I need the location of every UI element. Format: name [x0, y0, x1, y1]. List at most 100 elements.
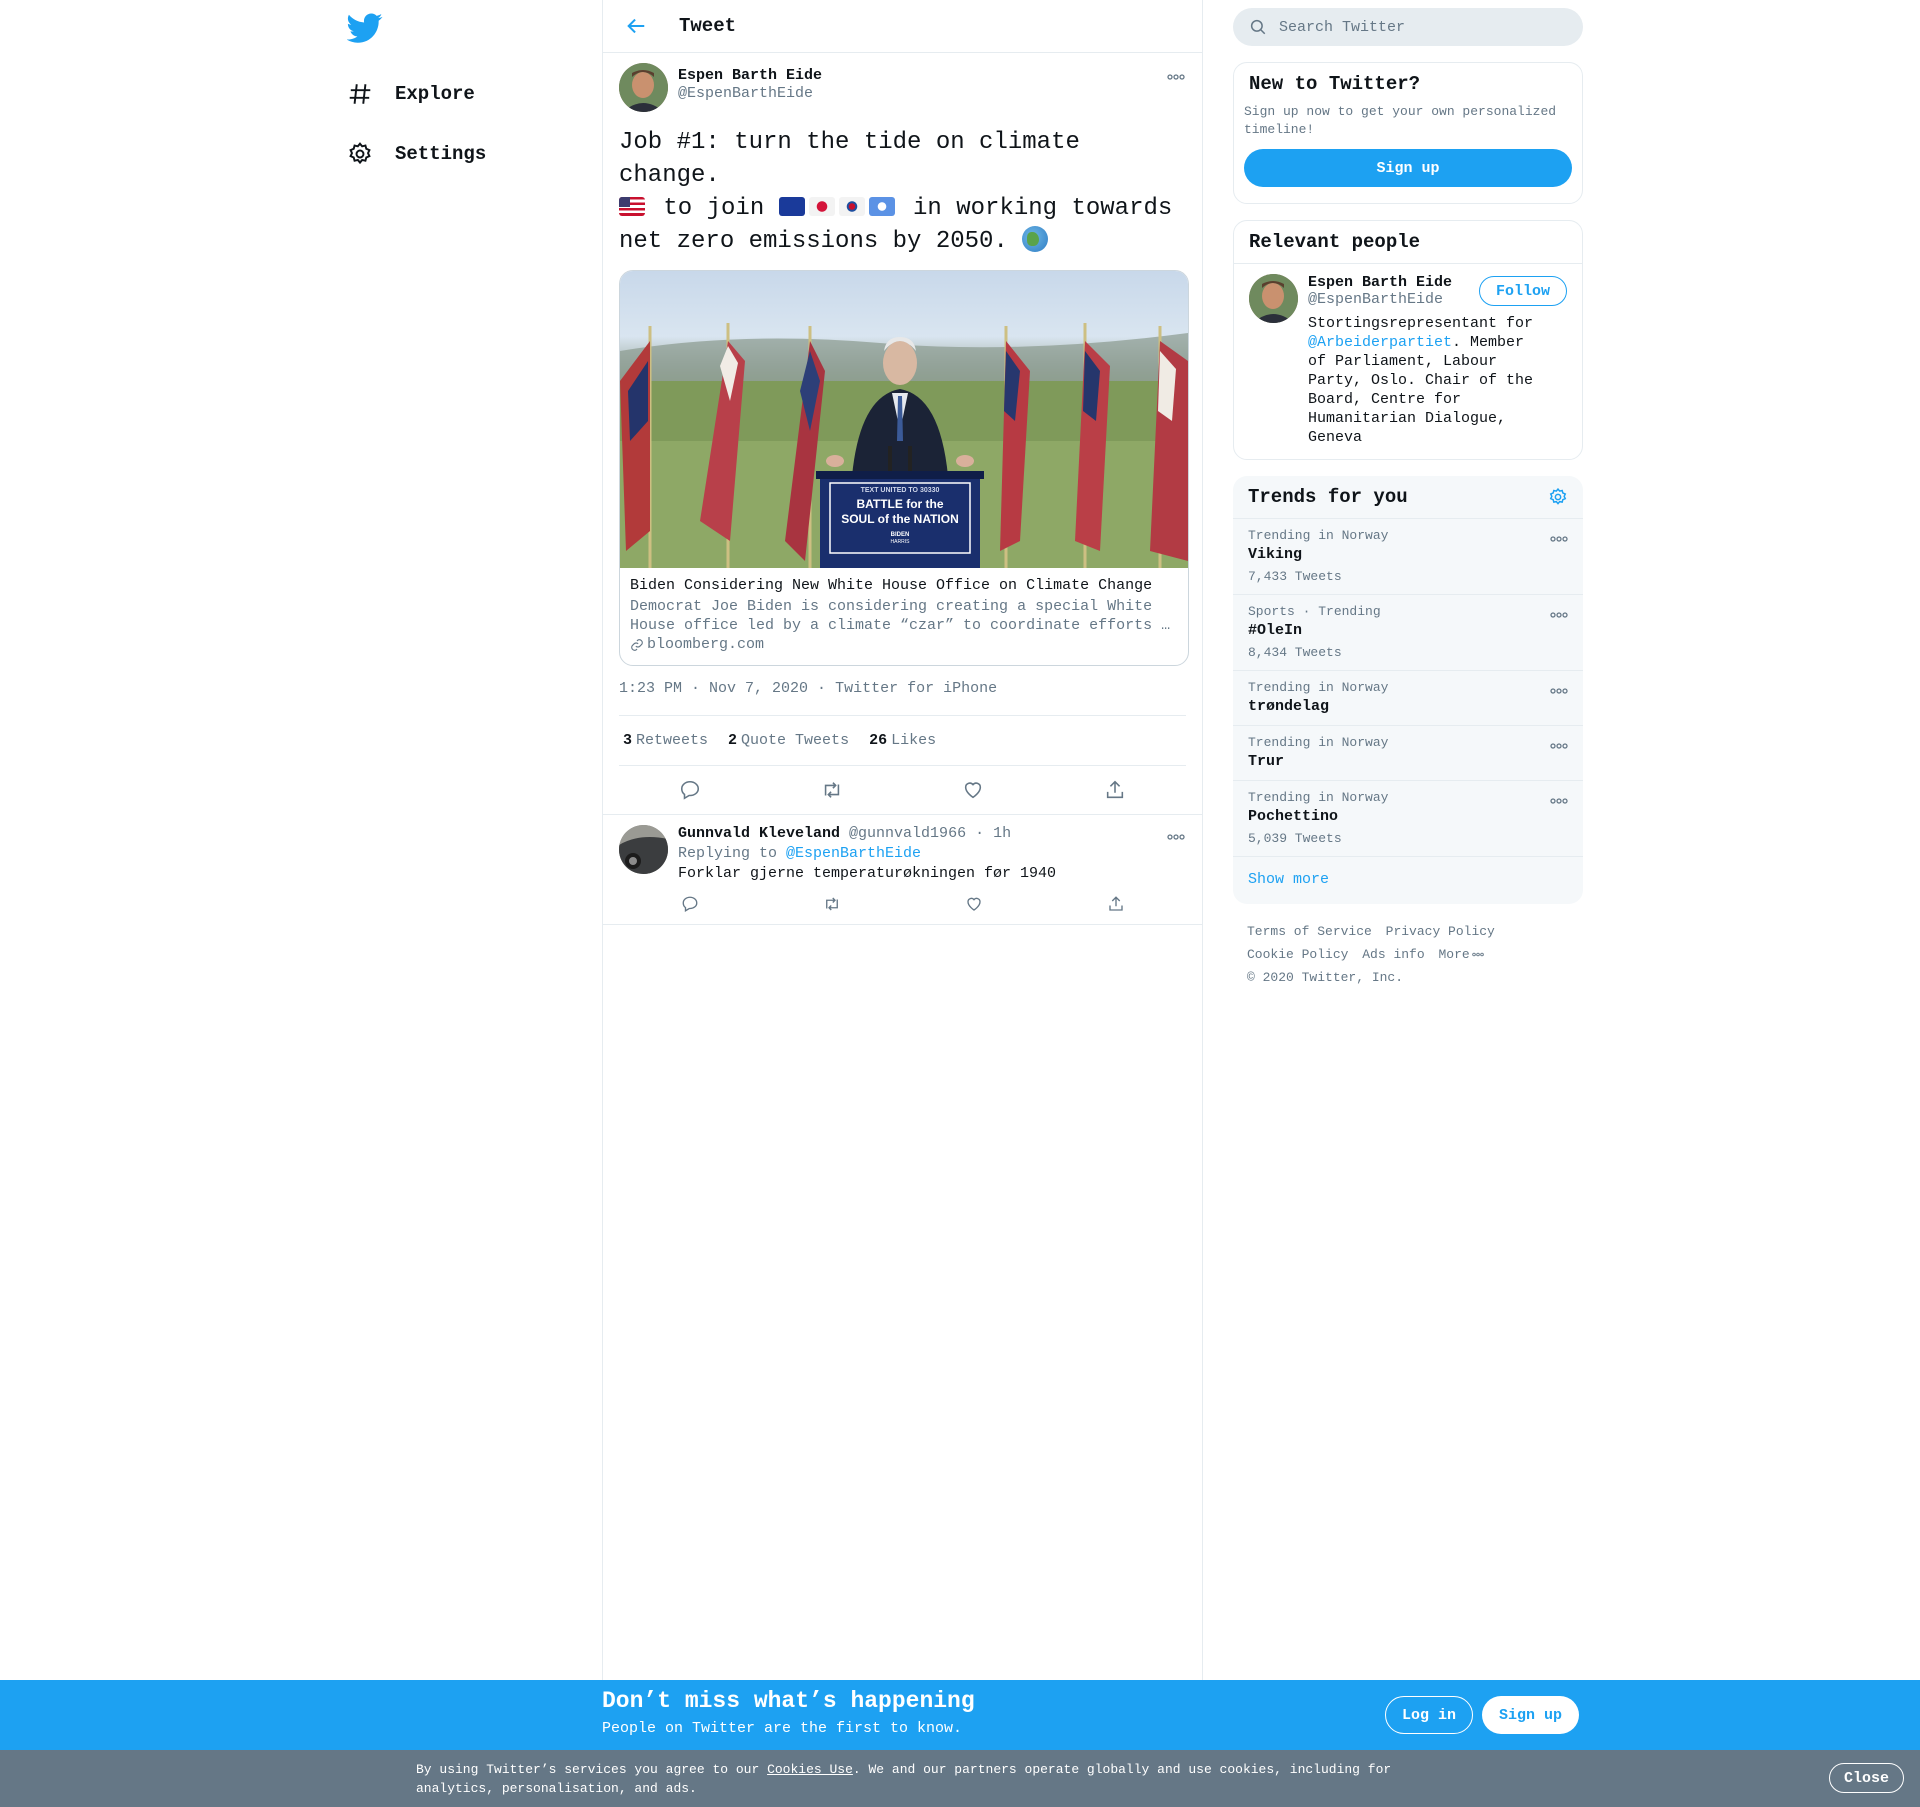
reply-header: Gunnvald Kleveland @gunnvald1966 · 1h: [678, 825, 1186, 842]
search-input[interactable]: [1279, 18, 1559, 36]
stat-retweets[interactable]: 3 Retweets: [623, 732, 708, 749]
relevant-people-box: Relevant people Espen Barth Eide @EspenB…: [1233, 220, 1583, 460]
more-options-icon[interactable]: [1550, 529, 1568, 547]
avatar[interactable]: [1249, 274, 1298, 323]
card-title: Biden Considering New White House Office…: [630, 577, 1153, 594]
more-options-icon[interactable]: [1550, 681, 1568, 699]
trend-count: 8,434 Tweets: [1248, 645, 1342, 660]
sign-logo2-text: HARRIS: [890, 539, 910, 545]
more-options-icon[interactable]: [1166, 67, 1186, 87]
trend-context: Trending in Norway: [1248, 680, 1389, 695]
share-icon[interactable]: [1104, 892, 1128, 916]
trend-context: Trending in Norway: [1248, 790, 1389, 805]
main-column: Tweet Espen Barth Eide @EspenBarthEide J…: [602, 0, 1203, 1807]
retweet-icon[interactable]: [820, 778, 844, 802]
card-description: Democrat Joe Biden is considering creati…: [630, 598, 1171, 634]
follow-button[interactable]: Follow: [1478, 276, 1567, 306]
replying-to: Replying to @EspenBarthEide: [678, 845, 1186, 862]
link-card[interactable]: TEXT UNITED TO 30330 BATTLE for the SOUL…: [619, 270, 1189, 666]
avatar[interactable]: [619, 825, 668, 874]
tweet-text: Job #1: turn the tide on climate change.…: [619, 126, 1189, 258]
login-button[interactable]: Log in: [1385, 1696, 1473, 1734]
page-header: Tweet: [603, 0, 1202, 53]
avatar[interactable]: [619, 63, 668, 112]
more-dots-icon: [1471, 952, 1484, 957]
bio-link[interactable]: @Arbeiderpartiet: [1308, 334, 1452, 351]
trend-context: Trending in Norway: [1248, 735, 1389, 750]
globe-icon: [1022, 226, 1049, 252]
replying-to-link[interactable]: @EspenBarthEide: [786, 845, 921, 862]
more-options-icon[interactable]: [1550, 736, 1568, 754]
reply-tweet[interactable]: Gunnvald Kleveland @gunnvald1966 · 1h Re…: [603, 814, 1202, 925]
new-to-twitter-box: New to Twitter? Sign up now to get your …: [1233, 62, 1583, 204]
quote-tweets-label: Quote Tweets: [741, 732, 850, 749]
like-icon[interactable]: [961, 778, 985, 802]
page-title: Tweet: [679, 15, 737, 37]
banner-title: Don’t miss what’s happening: [602, 1688, 975, 1714]
tweet-time[interactable]: 1:23 PM · Nov 7, 2020: [619, 680, 808, 697]
flag-us-icon: [619, 197, 645, 216]
footer-more-link[interactable]: More: [1438, 947, 1484, 962]
footer-cookie-link[interactable]: Cookie Policy: [1247, 947, 1348, 962]
gear-icon: [345, 139, 375, 169]
replying-prefix: Replying to: [678, 845, 787, 862]
more-options-icon[interactable]: [1550, 605, 1568, 623]
more-options-icon[interactable]: [1166, 827, 1186, 847]
trend-count: 7,433 Tweets: [1248, 569, 1342, 584]
reply-time[interactable]: 1h: [993, 825, 1011, 842]
tweet-text-working: in working towards: [898, 195, 1173, 222]
tweet-author-name[interactable]: Espen Barth Eide: [678, 67, 822, 84]
reply-text: Forklar gjerne temperaturøkningen før 19…: [678, 865, 1057, 882]
tweet-source[interactable]: Twitter for iPhone: [835, 680, 997, 697]
trend-item[interactable]: Trending in Norway Viking 7,433 Tweets: [1233, 519, 1583, 595]
reply-icon[interactable]: [678, 892, 702, 916]
stat-quote-tweets[interactable]: 2 Quote Tweets: [728, 732, 849, 749]
relevant-person[interactable]: Espen Barth Eide @EspenBarthEide Stortin…: [1234, 263, 1582, 459]
gear-icon[interactable]: [1548, 487, 1568, 507]
tweet-author-handle[interactable]: @EspenBarthEide: [678, 85, 822, 102]
trend-name: trøndelag: [1248, 698, 1330, 715]
retweets-count: 3: [623, 732, 633, 749]
reply-author-name[interactable]: Gunnvald Kleveland: [678, 825, 840, 842]
relevant-people-title: Relevant people: [1249, 231, 1421, 253]
more-options-icon[interactable]: [1550, 791, 1568, 809]
back-arrow-icon[interactable]: [623, 13, 649, 39]
new-to-twitter-title: New to Twitter?: [1249, 73, 1421, 95]
cookies-use-link[interactable]: Cookies Use: [767, 1762, 853, 1777]
left-nav: Explore Settings: [345, 10, 595, 182]
cookie-close-button[interactable]: Close: [1829, 1763, 1904, 1793]
footer-privacy-link[interactable]: Privacy Policy: [1386, 924, 1495, 939]
footer-ads-link[interactable]: Ads info: [1362, 947, 1424, 962]
twitter-logo-icon[interactable]: [347, 10, 383, 46]
meta-separator: ·: [817, 680, 836, 697]
trend-item[interactable]: Trending in Norway trøndelag: [1233, 671, 1583, 726]
search-bar[interactable]: [1233, 8, 1583, 46]
bio-prefix: Stortingsrepresentant for: [1308, 315, 1534, 332]
nav-explore[interactable]: Explore: [345, 66, 595, 122]
trend-context: Sports · Trending: [1248, 604, 1381, 619]
reply-icon[interactable]: [678, 778, 702, 802]
nav-settings[interactable]: Settings: [345, 126, 595, 182]
show-more-link[interactable]: Show more: [1233, 857, 1583, 904]
trend-item[interactable]: Trending in Norway Pochettino 5,039 Twee…: [1233, 781, 1583, 857]
flag-jp-icon: [808, 197, 835, 216]
trend-item[interactable]: Sports · Trending #OleIn 8,434 Tweets: [1233, 595, 1583, 671]
footer-terms-link[interactable]: Terms of Service: [1247, 924, 1372, 939]
share-icon[interactable]: [1103, 778, 1127, 802]
reply-author-handle[interactable]: @gunnvald1966: [849, 825, 966, 842]
footer-more-label: More: [1438, 947, 1470, 962]
quote-tweets-count: 2: [728, 732, 738, 749]
trends-title: Trends for you: [1248, 486, 1408, 508]
signup-banner: Don’t miss what’s happening People on Tw…: [0, 1680, 1920, 1750]
like-icon[interactable]: [962, 892, 986, 916]
trend-name: #OleIn: [1248, 622, 1303, 639]
signup-button[interactable]: Sign up: [1244, 149, 1572, 187]
stat-likes[interactable]: 26 Likes: [869, 732, 936, 749]
card-image: TEXT UNITED TO 30330 BATTLE for the SOUL…: [620, 271, 1188, 568]
link-icon: [630, 638, 644, 652]
banner-signup-button[interactable]: Sign up: [1482, 1696, 1579, 1734]
retweet-icon[interactable]: [820, 892, 844, 916]
sign-line2-text: SOUL of the NATION: [841, 512, 959, 526]
footer-links: Terms of Service Privacy Policy Cookie P…: [1233, 904, 1583, 1005]
trend-item[interactable]: Trending in Norway Trur: [1233, 726, 1583, 781]
